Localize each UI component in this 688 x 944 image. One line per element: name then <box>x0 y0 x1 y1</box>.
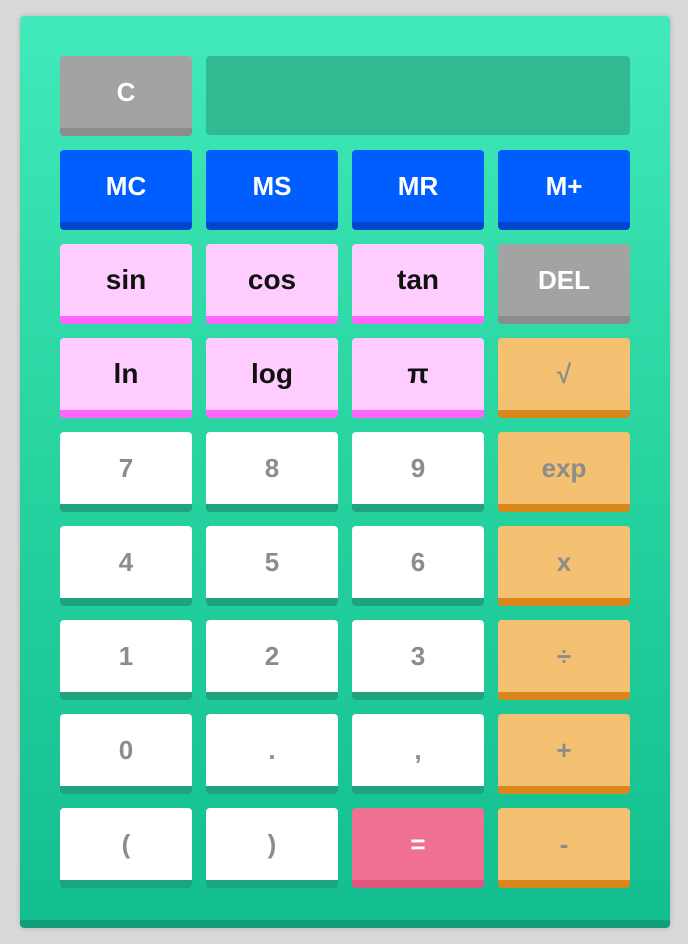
digit-0-button[interactable]: 0 <box>60 714 192 794</box>
ln-button[interactable]: ln <box>60 338 192 418</box>
memory-clear-button[interactable]: MC <box>60 150 192 230</box>
digit-8-button[interactable]: 8 <box>206 432 338 512</box>
exp-button[interactable]: exp <box>498 432 630 512</box>
close-paren-button[interactable]: ) <box>206 808 338 888</box>
clear-button[interactable]: C <box>60 56 192 136</box>
decimal-point-button[interactable]: . <box>206 714 338 794</box>
multiply-button[interactable]: x <box>498 526 630 606</box>
equals-button[interactable]: = <box>352 808 484 888</box>
digit-1-button[interactable]: 1 <box>60 620 192 700</box>
delete-button[interactable]: DEL <box>498 244 630 324</box>
sin-button[interactable]: sin <box>60 244 192 324</box>
log-button[interactable]: log <box>206 338 338 418</box>
display <box>206 56 630 135</box>
pi-button[interactable]: π <box>352 338 484 418</box>
digit-9-button[interactable]: 9 <box>352 432 484 512</box>
minus-button[interactable]: - <box>498 808 630 888</box>
memory-recall-button[interactable]: MR <box>352 150 484 230</box>
memory-add-button[interactable]: M+ <box>498 150 630 230</box>
digit-3-button[interactable]: 3 <box>352 620 484 700</box>
digit-6-button[interactable]: 6 <box>352 526 484 606</box>
memory-store-button[interactable]: MS <box>206 150 338 230</box>
digit-2-button[interactable]: 2 <box>206 620 338 700</box>
digit-4-button[interactable]: 4 <box>60 526 192 606</box>
sqrt-button[interactable]: √ <box>498 338 630 418</box>
tan-button[interactable]: tan <box>352 244 484 324</box>
open-paren-button[interactable]: ( <box>60 808 192 888</box>
digit-5-button[interactable]: 5 <box>206 526 338 606</box>
cos-button[interactable]: cos <box>206 244 338 324</box>
digit-7-button[interactable]: 7 <box>60 432 192 512</box>
divide-button[interactable]: ÷ <box>498 620 630 700</box>
plus-button[interactable]: + <box>498 714 630 794</box>
calculator: C MC MS MR M+ sin cos tan DEL ln log π √… <box>20 16 670 928</box>
comma-button[interactable]: , <box>352 714 484 794</box>
